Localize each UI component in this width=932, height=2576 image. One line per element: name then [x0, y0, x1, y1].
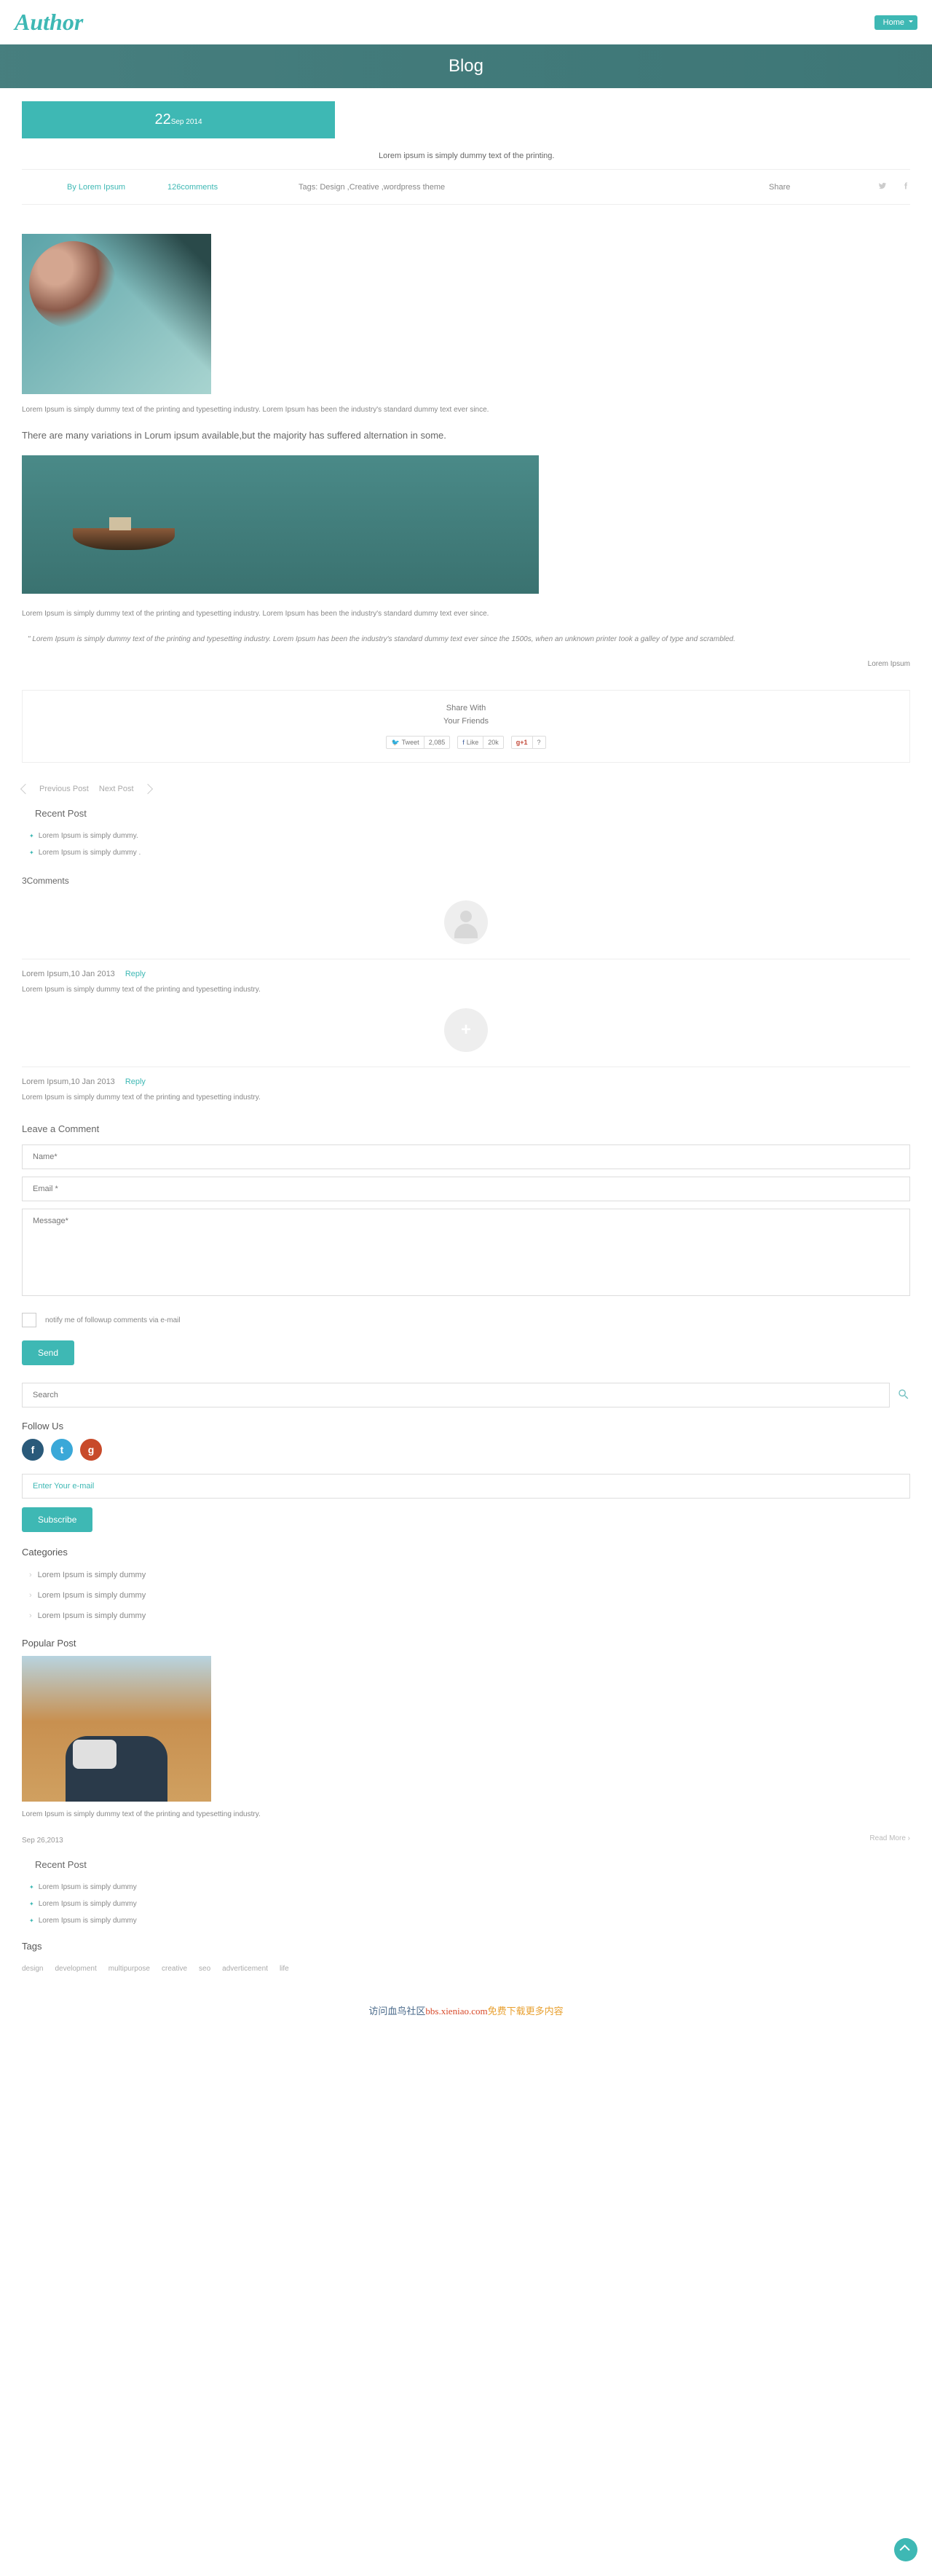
tag-link[interactable]: creative — [162, 1965, 187, 1973]
post-paragraph: Lorem Ipsum is simply dummy text of the … — [22, 608, 910, 619]
footer-text: 访问血鸟社区bbs.xieniao.com免费下载更多内容 — [0, 1995, 932, 2026]
search-icon[interactable] — [897, 1388, 910, 1403]
recent-post-heading-2: Recent Post — [22, 1859, 910, 1870]
follow-heading: Follow Us — [22, 1421, 910, 1432]
post-date-badge: 22Sep 2014 — [22, 101, 335, 138]
recent-post-item[interactable]: Lorem Ipsum is simply dummy — [22, 1912, 910, 1929]
gplus-button[interactable]: g+1? — [511, 736, 546, 749]
share-box: Share With Your Friends 🐦Tweet2,085 fLik… — [22, 690, 910, 763]
popular-post-image[interactable] — [22, 1656, 211, 1802]
tag-link[interactable]: adverticement — [222, 1965, 268, 1973]
tag-link[interactable]: life — [280, 1965, 289, 1973]
tag-link[interactable]: design — [22, 1965, 43, 1973]
quote-source: Lorem Ipsum — [22, 660, 910, 668]
notify-label: notify me of followup comments via e-mai… — [45, 1316, 181, 1324]
post-tags: Tags: Design ,Creative ,wordpress theme — [299, 183, 769, 192]
page-title: Blog — [449, 56, 483, 76]
avatar-add-icon[interactable]: + — [444, 1008, 488, 1052]
facebook-link[interactable]: f — [22, 1439, 44, 1461]
send-button[interactable]: Send — [22, 1340, 74, 1365]
facebook-icon[interactable] — [901, 181, 910, 192]
post-title: Lorem ipsum is simply dummy text of the … — [22, 138, 910, 169]
post-author: By Lorem Ipsum — [22, 183, 167, 192]
next-arrow-icon[interactable] — [142, 784, 152, 794]
tag-link[interactable]: multipurpose — [108, 1965, 150, 1973]
tags-heading: Tags — [22, 1941, 910, 1952]
prev-arrow-icon[interactable] — [20, 784, 31, 794]
recent-post-item[interactable]: Lorem Ipsum is simply dummy — [22, 1896, 910, 1912]
post-quote: " Lorem Ipsum is simply dummy text of th… — [22, 634, 910, 645]
recent-post-item[interactable]: Lorem Ipsum is simply dummy . — [22, 844, 910, 861]
prev-post-link[interactable]: Previous Post — [39, 785, 89, 793]
comments-heading: 3Comments — [22, 876, 910, 886]
comment-text: Lorem Ipsum is simply dummy text of the … — [22, 986, 910, 994]
post-paragraph: Lorem Ipsum is simply dummy text of the … — [22, 404, 910, 415]
twitter-icon[interactable] — [878, 181, 887, 192]
home-dropdown[interactable]: Home — [874, 15, 917, 30]
name-field[interactable] — [22, 1144, 910, 1169]
author-link[interactable]: Lorem Ipsum — [79, 183, 125, 192]
date-rest: Sep 2014 — [171, 118, 202, 126]
popular-post-date: Sep 26,2013 — [22, 1837, 63, 1845]
subscribe-button[interactable]: Subscribe — [22, 1507, 92, 1532]
scroll-to-top-button[interactable] — [894, 2538, 917, 2561]
notify-checkbox[interactable] — [22, 1313, 36, 1327]
read-more-link[interactable]: Read More — [869, 1834, 910, 1842]
category-item[interactable]: Lorem Ipsum is simply dummy — [22, 1585, 910, 1606]
post-image-1 — [22, 234, 211, 394]
recent-post-item[interactable]: Lorem Ipsum is simply dummy — [22, 1879, 910, 1896]
comment-author-date: Lorem Ipsum,10 Jan 2013 — [22, 1077, 115, 1086]
post-image-2 — [22, 455, 539, 594]
tweet-button[interactable]: 🐦Tweet2,085 — [386, 736, 450, 749]
subscribe-email-field[interactable] — [22, 1474, 910, 1499]
popular-post-text: Lorem Ipsum is simply dummy text of the … — [22, 1809, 910, 1820]
avatar-placeholder-icon — [444, 900, 488, 944]
logo[interactable]: Author — [15, 9, 83, 36]
email-field[interactable] — [22, 1177, 910, 1201]
category-item[interactable]: Lorem Ipsum is simply dummy — [22, 1606, 910, 1626]
recent-post-heading: Recent Post — [22, 808, 910, 819]
leave-comment-heading: Leave a Comment — [22, 1123, 910, 1134]
comment-text: Lorem Ipsum is simply dummy text of the … — [22, 1093, 910, 1102]
page-banner: Blog — [0, 44, 932, 88]
date-day: 22 — [154, 111, 170, 127]
like-button[interactable]: fLike20k — [457, 736, 504, 749]
search-input[interactable] — [22, 1383, 890, 1407]
reply-link[interactable]: Reply — [125, 970, 146, 978]
tag-link[interactable]: development — [55, 1965, 96, 1973]
gplus-link[interactable]: g — [80, 1439, 102, 1461]
share-label: Share — [769, 183, 856, 192]
post-subheading: There are many variations in Lorum ipsum… — [22, 430, 910, 441]
twitter-link[interactable]: t — [51, 1439, 73, 1461]
tag-link[interactable]: seo — [199, 1965, 210, 1973]
reply-link[interactable]: Reply — [125, 1077, 146, 1086]
next-post-link[interactable]: Next Post — [99, 785, 134, 793]
post-comments-count[interactable]: 126comments — [167, 183, 299, 192]
categories-heading: Categories — [22, 1547, 910, 1558]
popular-heading: Popular Post — [22, 1638, 910, 1649]
message-field[interactable] — [22, 1209, 910, 1296]
comment-author-date: Lorem Ipsum,10 Jan 2013 — [22, 970, 115, 978]
category-item[interactable]: Lorem Ipsum is simply dummy — [22, 1565, 910, 1585]
recent-post-item[interactable]: Lorem Ipsum is simply dummy. — [22, 828, 910, 844]
